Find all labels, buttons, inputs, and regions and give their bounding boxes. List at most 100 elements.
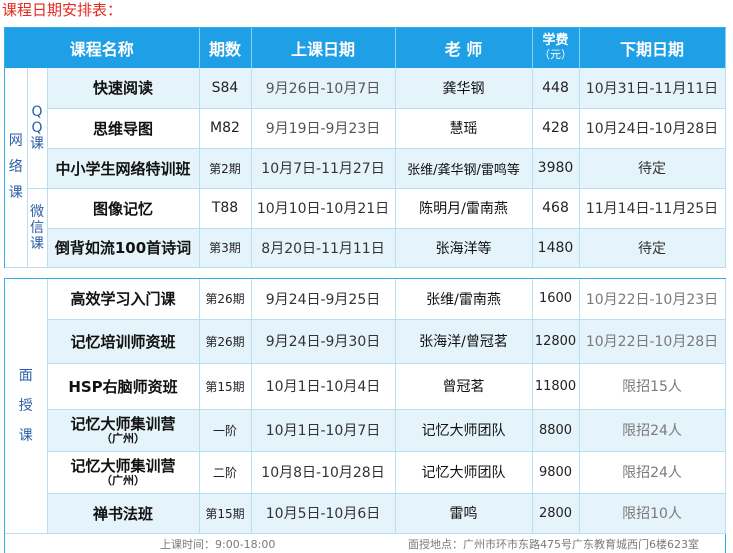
- course-name: 思维导图: [47, 108, 200, 149]
- course-teacher: 曾冠茗: [395, 363, 533, 410]
- group-wechat-label: 微信课: [27, 188, 48, 268]
- course-period: 第15期: [199, 493, 252, 534]
- header-teacher: 老 师: [395, 28, 533, 68]
- course-name: 图像记忆: [47, 188, 200, 229]
- course-next-dates: 待定: [579, 148, 726, 189]
- course-fee: 9800: [532, 451, 580, 494]
- header-fee-label: 学费: [542, 33, 569, 48]
- header-course-name: 课程名称: [5, 28, 200, 68]
- course-next-dates: 限招24人: [579, 451, 726, 494]
- header-fee-unit: （元）: [539, 48, 572, 61]
- course-name-location: （广州）: [101, 474, 145, 487]
- course-dates: 10月1日-10月7日: [251, 409, 396, 452]
- course-teacher: 慧瑶: [395, 108, 533, 149]
- course-name: 快速阅读: [47, 68, 200, 109]
- table-row: HSP右脑师资班 第15期 10月1日-10月4日 曾冠茗 11800 限招15…: [5, 363, 726, 410]
- course-next-dates: 待定: [579, 228, 726, 268]
- online-schedule-table: 课程名称 期数 上课日期 老 师 学费 （元） 下期日期 网络课 QQ课 快速阅读…: [5, 28, 726, 268]
- course-name-main: 记忆大师集训营: [70, 415, 176, 433]
- course-next-dates: 限招24人: [579, 409, 726, 452]
- course-next-dates: 10月24日-10月28日: [579, 108, 726, 149]
- table-row: 微信课 图像记忆 T88 10月10日-10月21日 陈明月/雷南燕 468 1…: [5, 188, 726, 268]
- table-row: 中小学生网络特训班 第2期 10月7日-11月27日 张维/龚华钢/雷鸣等 39…: [5, 148, 726, 189]
- table-row: 记忆大师集训营 （广州） 二阶 10月8日-10月28日 记忆大师团队 9800 …: [5, 451, 726, 494]
- course-next-dates: 限招10人: [579, 493, 726, 534]
- course-name: 记忆培训师资班: [47, 319, 200, 364]
- course-dates: 10月7日-11月27日: [251, 148, 396, 189]
- course-fee: 468: [532, 188, 580, 229]
- group-offline-label: 面授课: [5, 279, 48, 534]
- course-name-main: 记忆大师集训营: [70, 457, 176, 475]
- footer-class-time: 上课时间：9:00-18:00: [160, 538, 276, 551]
- course-period: T88: [199, 188, 252, 229]
- course-dates: 10月5日-10月6日: [251, 493, 396, 534]
- group-online-label: 网络课: [5, 68, 28, 268]
- course-teacher: 陈明月/雷南燕: [395, 188, 533, 229]
- course-dates: 10月1日-10月4日: [251, 363, 396, 410]
- course-teacher: 张海洋等: [395, 228, 533, 268]
- course-name: 记忆大师集训营 （广州）: [47, 409, 200, 452]
- course-dates: 10月8日-10月28日: [251, 451, 396, 494]
- course-name: 禅书法班: [47, 493, 200, 534]
- course-dates: 9月19日-9月23日: [251, 108, 396, 149]
- course-fee: 12800: [532, 319, 580, 364]
- course-name: 高效学习入门课: [47, 279, 200, 320]
- course-fee: 1600: [532, 279, 580, 320]
- table-row: 禅书法班 第15期 10月5日-10月6日 雷鸣 2800 限招10人: [5, 493, 726, 534]
- course-name: 中小学生网络特训班: [47, 148, 200, 189]
- course-period: 第26期: [199, 319, 252, 364]
- table-row: 网络课 QQ课 快速阅读 S84 9月26日-10月7日 龚华钢 448 10月…: [5, 68, 726, 268]
- course-period: 第2期: [199, 148, 252, 189]
- course-teacher: 张海洋/曾冠茗: [395, 319, 533, 364]
- table-row: 面授课 高效学习入门课 第26期 9月24日-9月25日 张维/雷南燕 1600…: [5, 279, 726, 534]
- offline-schedule-table: 面授课 高效学习入门课 第26期 9月24日-9月25日 张维/雷南燕 1600…: [5, 279, 726, 534]
- course-period: 第3期: [199, 228, 252, 268]
- course-teacher: 龚华钢: [395, 68, 533, 109]
- header-next-dates: 下期日期: [579, 28, 726, 68]
- course-dates: 10月10日-10月21日: [251, 188, 396, 229]
- table-header-row: 课程名称 期数 上课日期 老 师 学费 （元） 下期日期: [5, 28, 726, 68]
- course-name: 倒背如流100首诗词: [47, 228, 200, 268]
- course-next-dates: 限招15人: [579, 363, 726, 410]
- table-row: 记忆大师集训营 （广州） 一阶 10月1日-10月7日 记忆大师团队 8800 限…: [5, 409, 726, 452]
- course-fee: 428: [532, 108, 580, 149]
- course-next-dates: 11月14日-11月25日: [579, 188, 726, 229]
- course-teacher: 张维/龚华钢/雷鸣等: [395, 148, 533, 189]
- course-teacher: 张维/雷南燕: [395, 279, 533, 320]
- course-period: 第15期: [199, 363, 252, 410]
- course-fee: 11800: [532, 363, 580, 410]
- course-dates: 9月24日-9月30日: [251, 319, 396, 364]
- header-period: 期数: [199, 28, 252, 68]
- course-dates: 8月20日-11月11日: [251, 228, 396, 268]
- header-dates: 上课日期: [251, 28, 396, 68]
- footer-address: 面授地点：广州市环市东路475号广东教育城西门6楼623室: [408, 538, 699, 551]
- course-period: S84: [199, 68, 252, 109]
- course-fee: 2800: [532, 493, 580, 534]
- course-dates: 9月26日-10月7日: [251, 68, 396, 109]
- course-fee: 8800: [532, 409, 580, 452]
- course-name: HSP右脑师资班: [47, 363, 200, 410]
- header-fee: 学费 （元）: [532, 28, 580, 68]
- course-period: 一阶: [199, 409, 252, 452]
- group-qq-label: QQ课: [27, 68, 48, 189]
- course-fee: 448: [532, 68, 580, 109]
- table-row: 思维导图 M82 9月19日-9月23日 慧瑶 428 10月24日-10月28…: [5, 108, 726, 149]
- course-name: 记忆大师集训营 （广州）: [47, 451, 200, 494]
- course-period: 第26期: [199, 279, 252, 320]
- footer: 上课时间：9:00-18:00 面授地点：广州市环市东路475号广东教育城西门6…: [48, 535, 726, 552]
- course-fee: 1480: [532, 228, 580, 268]
- course-period: 二阶: [199, 451, 252, 494]
- course-teacher: 雷鸣: [395, 493, 533, 534]
- course-next-dates: 10月22日-10月23日: [579, 279, 726, 320]
- course-fee: 3980: [532, 148, 580, 189]
- course-next-dates: 10月22日-10月28日: [579, 319, 726, 364]
- course-name-location: （广州）: [101, 432, 145, 445]
- course-period: M82: [199, 108, 252, 149]
- course-teacher: 记忆大师团队: [395, 409, 533, 452]
- course-dates: 9月24日-9月25日: [251, 279, 396, 320]
- course-teacher: 记忆大师团队: [395, 451, 533, 494]
- page-title: 课程日期安排表：: [2, 1, 123, 19]
- table-row: 记忆培训师资班 第26期 9月24日-9月30日 张海洋/曾冠茗 12800 1…: [5, 319, 726, 364]
- course-next-dates: 10月31日-11月11日: [579, 68, 726, 109]
- table-row: 倒背如流100首诗词 第3期 8月20日-11月11日 张海洋等 1480 待定: [5, 228, 726, 268]
